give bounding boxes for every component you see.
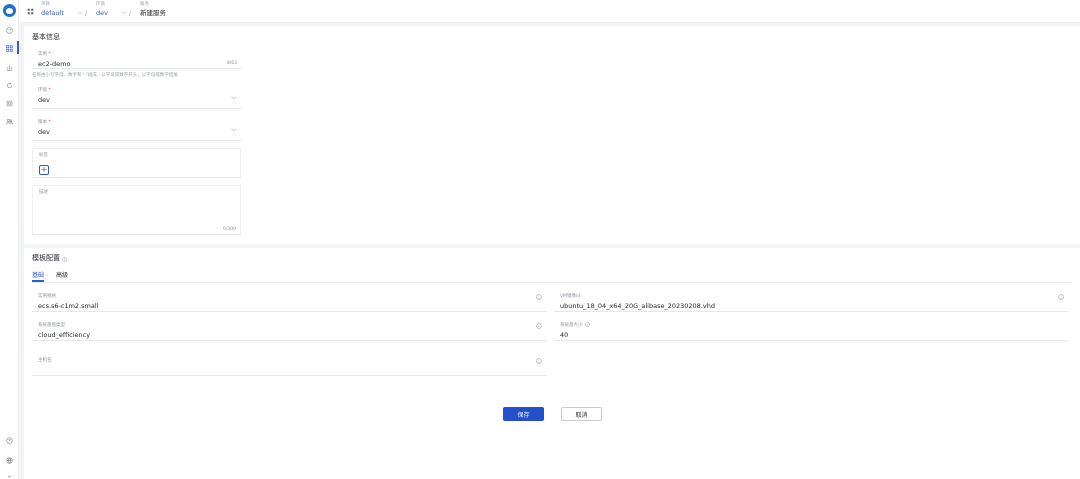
disk-category-value: cloud_efficiency xyxy=(38,331,91,339)
refresh-icon[interactable] xyxy=(5,81,14,90)
description-label: 描述 xyxy=(39,190,48,195)
hostname-label: 主机名 xyxy=(38,358,52,363)
app-logo[interactable] xyxy=(3,4,16,17)
top-breadcrumb-bar: 项目 default ⌵ / 环境 dev ⌵ / 服务 新建服务 xyxy=(19,0,1080,23)
breadcrumb-separator: / xyxy=(129,10,132,17)
required-mark: * xyxy=(47,52,51,57)
description-textarea[interactable]: 描述 0/300 xyxy=(32,185,241,235)
breadcrumb-env[interactable]: 环境 dev ⌵ xyxy=(96,2,127,18)
tags-label: 标签 xyxy=(39,153,48,158)
instance-type-label: 实例规格 xyxy=(38,294,56,299)
save-button[interactable]: 保存 xyxy=(503,407,544,421)
add-tag-button[interactable]: + xyxy=(39,165,49,175)
description-count: 0/300 xyxy=(223,227,236,232)
instance-name-count: 8/63 xyxy=(226,61,237,66)
env-value: dev xyxy=(38,96,50,104)
info-icon[interactable] xyxy=(536,294,542,300)
tab-basic[interactable]: 基础 xyxy=(32,270,44,279)
disk-size-value: 40 xyxy=(560,331,569,339)
disk-category-label: 系统盘盘类型 xyxy=(38,323,65,328)
required-mark: * xyxy=(47,88,51,93)
disk-size-field[interactable]: 系统盘大小 40 xyxy=(554,319,1068,341)
settings-icon[interactable] xyxy=(5,99,14,108)
breadcrumb-project-value: default xyxy=(41,9,64,17)
breadcrumb-project[interactable]: 项目 default ⌵ xyxy=(41,2,82,18)
info-icon[interactable] xyxy=(1058,294,1064,300)
hostname-field[interactable]: 主机名 xyxy=(32,354,546,376)
version-label: 版本 xyxy=(38,120,47,125)
globe-icon[interactable] xyxy=(5,456,14,465)
tab-divider xyxy=(32,281,1072,283)
chevron-down-icon: ⌵ xyxy=(231,94,236,101)
version-value: dev xyxy=(38,128,50,136)
info-icon[interactable] xyxy=(536,323,542,329)
env-select[interactable]: 环境 * dev ⌵ xyxy=(32,84,241,109)
active-nav-indicator xyxy=(17,41,19,54)
disk-size-label: 系统盘大小 xyxy=(560,323,583,328)
required-mark: * xyxy=(47,120,51,125)
cancel-button[interactable]: 取消 xyxy=(561,407,602,421)
basic-info-title: 基本信息 xyxy=(32,33,60,41)
dashboard-icon[interactable] xyxy=(5,26,14,35)
vm-image-field[interactable]: VM镜像id ubuntu_18_04_x64_20G_alibase_2023… xyxy=(554,290,1068,312)
template-config-title-text: 模板配置 xyxy=(32,254,60,262)
breadcrumb-env-value: dev xyxy=(96,9,108,17)
section-divider xyxy=(24,244,1080,248)
instance-name-value: ec2-demo xyxy=(38,60,71,68)
users-icon[interactable] xyxy=(5,117,14,126)
tags-field: 标签 + xyxy=(32,148,241,178)
apps-grid-icon[interactable] xyxy=(5,44,14,53)
menu-grid-icon[interactable] xyxy=(27,8,34,15)
expand-chevron-icon[interactable] xyxy=(5,472,14,479)
info-icon[interactable] xyxy=(536,358,542,364)
chevron-down-icon: ⌵ xyxy=(231,126,236,133)
instance-type-value: ecs.s6-c1m2.small xyxy=(38,302,99,310)
disk-category-field[interactable]: 系统盘盘类型 cloud_efficiency xyxy=(32,319,546,341)
instance-name-field[interactable]: 实例 * ec2-demo 8/63 xyxy=(32,48,241,69)
create-service-form: 基本信息 实例 * ec2-demo 8/63 名称由小写字母、数字和“-”组成… xyxy=(24,26,1080,479)
left-nav-rail xyxy=(0,0,19,479)
chevron-down-icon: ⌵ xyxy=(121,9,127,16)
instance-name-label: 实例 xyxy=(38,52,47,57)
vm-image-label: VM镜像id xyxy=(560,294,581,299)
breadcrumb-separator: / xyxy=(85,10,88,17)
breadcrumb-service-value: 新建服务 xyxy=(140,9,166,17)
info-icon[interactable] xyxy=(62,256,67,262)
chart-icon[interactable] xyxy=(5,63,14,72)
vm-image-value: ubuntu_18_04_x64_20G_alibase_20230208.vh… xyxy=(560,302,715,310)
help-icon[interactable] xyxy=(5,436,14,445)
version-select[interactable]: 版本 * dev ⌵ xyxy=(32,116,241,141)
tab-advanced[interactable]: 高级 xyxy=(56,270,68,279)
env-label: 环境 xyxy=(38,88,47,93)
instance-name-hint: 名称由小写字母、数字和“-”组成，以字母或数字开头，以字母或数字结尾 xyxy=(32,73,178,78)
chevron-down-icon: ⌵ xyxy=(77,9,83,16)
template-config-title: 模板配置 xyxy=(32,253,67,263)
instance-type-field[interactable]: 实例规格 ecs.s6-c1m2.small xyxy=(32,290,546,312)
info-icon[interactable] xyxy=(584,322,590,327)
breadcrumb-service: 服务 新建服务 xyxy=(140,2,166,18)
